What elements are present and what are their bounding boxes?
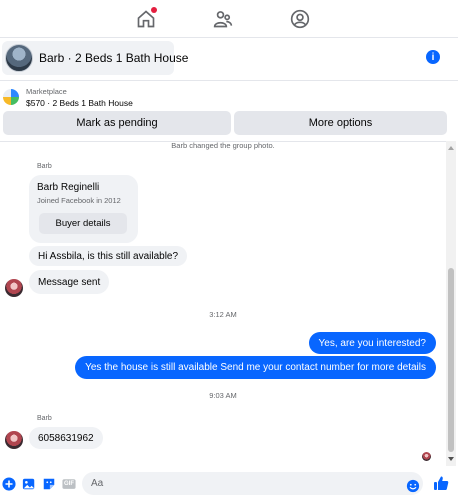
listing-thumbnail (5, 44, 33, 72)
marketplace-label: Marketplace (26, 87, 67, 96)
messenger-app: Barb · 2 Beds 1 Bath House i Marketplace… (0, 0, 458, 500)
plus-icon[interactable] (2, 477, 16, 491)
sender-avatar[interactable] (5, 279, 23, 297)
incoming-message: Hi Assbila, is this still available? (29, 246, 188, 266)
timestamp: 3:12 AM (209, 310, 237, 319)
incoming-message: Message sent (29, 270, 110, 294)
marketplace-icon (3, 89, 19, 105)
profile-card-name: Barb Reginelli (37, 182, 100, 193)
system-message: Barb changed the group photo. (171, 141, 275, 150)
marketplace-row[interactable]: Marketplace $570 · 2 Beds 1 Bath House (0, 80, 458, 110)
listing-price-detail: $570 · 2 Beds 1 Bath House (26, 98, 133, 108)
people-icon[interactable] (212, 8, 234, 30)
profile-icon[interactable] (289, 8, 311, 30)
message-input[interactable] (82, 472, 423, 495)
gif-icon[interactable]: GIF (62, 477, 76, 491)
sticker-icon[interactable] (42, 477, 56, 491)
gif-label: GIF (64, 481, 74, 487)
buyer-details-button[interactable]: Buyer details (39, 213, 127, 234)
sender-avatar[interactable] (5, 431, 23, 449)
message-composer: GIF (0, 466, 458, 500)
image-icon[interactable] (22, 477, 36, 491)
message-thread: Barb changed the group photo. Barb Barb … (0, 141, 446, 466)
listing-title: Barb · 2 Beds 1 Bath House (39, 51, 189, 65)
info-icon[interactable]: i (426, 50, 440, 64)
timestamp: 9:03 AM (209, 391, 237, 400)
seen-receipt-avatar (422, 452, 431, 461)
action-buttons: Mark as pending More options (0, 111, 458, 139)
scroll-thumb[interactable] (448, 268, 454, 452)
home-icon[interactable] (135, 7, 157, 30)
profile-card-subtitle: Joined Facebook in 2012 (37, 196, 121, 205)
top-navigation (0, 0, 458, 38)
outgoing-message: Yes the house is still available Send me… (75, 356, 436, 379)
scrollbar[interactable] (446, 141, 456, 466)
listing-chip[interactable]: Barb · 2 Beds 1 Bath House (2, 41, 188, 75)
more-options-button[interactable]: More options (234, 111, 447, 135)
outgoing-message: Yes, are you interested? (308, 332, 436, 354)
emoji-icon[interactable] (406, 479, 420, 493)
like-icon[interactable] (433, 475, 449, 491)
sender-name: Barb (37, 163, 52, 170)
notification-dot (151, 7, 157, 13)
profile-card: Barb Reginelli Joined Facebook in 2012 B… (29, 175, 138, 243)
scroll-down-arrow[interactable] (448, 457, 454, 461)
mark-as-pending-button[interactable]: Mark as pending (3, 111, 231, 135)
incoming-message: 6058631962 (29, 427, 103, 449)
sender-name: Barb (37, 415, 52, 422)
scroll-up-arrow[interactable] (448, 146, 454, 150)
conversation-header: Barb · 2 Beds 1 Bath House i (0, 38, 458, 80)
